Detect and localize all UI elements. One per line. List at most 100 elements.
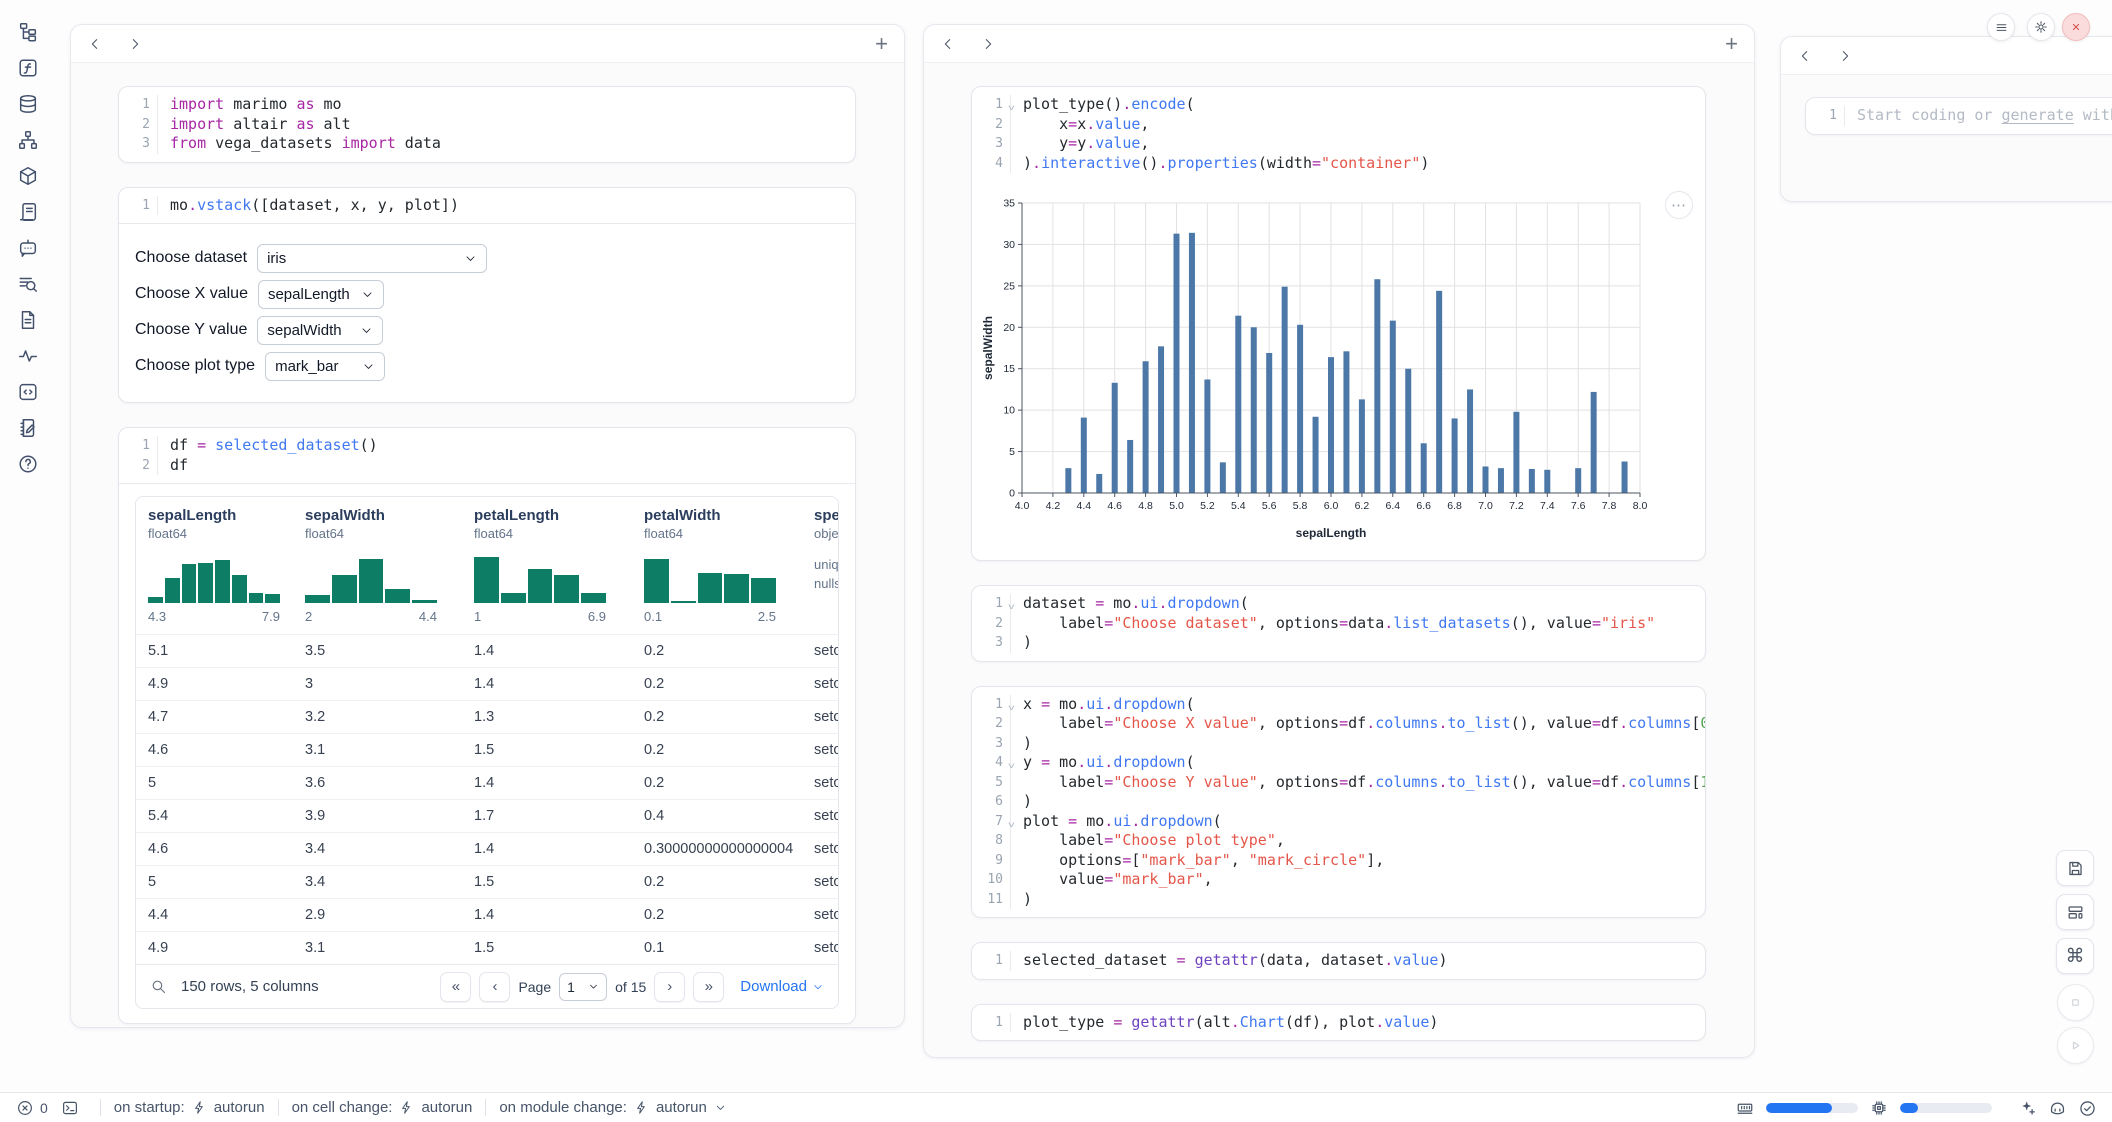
code-text[interactable]: value="mark_bar", <box>1010 870 1705 890</box>
add-cell-button[interactable]: + <box>875 33 888 55</box>
cell-editor-imports[interactable]: 1import marimo as mo2import altair as al… <box>119 87 855 162</box>
download-button[interactable]: Download <box>740 978 824 995</box>
code-text[interactable]: import altair as alt <box>157 115 855 135</box>
code-text[interactable]: dataset = mo.ui.dropdown( <box>1010 594 1705 614</box>
table-column-header[interactable]: petalWidthfloat640.12.5 <box>644 507 814 634</box>
code-text[interactable]: label="Choose Y value", options=df.colum… <box>1010 773 1706 793</box>
table-column-header[interactable]: sepalLengthfloat644.37.9 <box>148 507 305 634</box>
cell-editor-vstack[interactable]: 1mo.vstack([dataset, x, y, plot]) <box>119 188 855 224</box>
sidebar-item-packages[interactable] <box>17 165 39 187</box>
code-text[interactable]: mo.vstack([dataset, x, y, plot]) <box>157 196 855 216</box>
code-text[interactable]: ) <box>1010 890 1705 910</box>
dropdown-select-choose-plot-type[interactable]: mark_bar <box>265 352 385 381</box>
first-page-button[interactable]: « <box>440 972 471 1002</box>
sidebar-item-help[interactable] <box>17 453 39 475</box>
sidebar-item-search-logs[interactable] <box>17 273 39 295</box>
code-text[interactable]: ) <box>1010 734 1705 754</box>
fold-marker[interactable]: v <box>1008 698 1015 718</box>
sidebar-item-logs[interactable] <box>17 201 39 223</box>
line-number: 3 <box>972 134 1008 154</box>
save-button[interactable] <box>2056 850 2094 886</box>
code-text[interactable]: plot_type().encode( <box>1010 95 1705 115</box>
run-button[interactable] <box>2057 1027 2094 1064</box>
fold-marker[interactable]: v <box>1008 98 1015 118</box>
dropdown-select-choose-dataset[interactable]: iris <box>257 244 487 273</box>
fold-marker[interactable]: v <box>1008 756 1015 776</box>
column-back-icon[interactable] <box>1797 48 1813 64</box>
table-column-header[interactable]: sepalWidthfloat6424.4 <box>305 507 474 634</box>
cell-editor-selected-dataset[interactable]: 1selected_dataset = getattr(data, datase… <box>972 943 1705 979</box>
cell-editor-xy-plot-dropdowns[interactable]: 1vx = mo.ui.dropdown(2 label="Choose X v… <box>972 687 1705 918</box>
code-text[interactable]: df = selected_dataset() <box>157 436 855 456</box>
dropdown-label: Choose X value <box>135 285 248 303</box>
table-header-row: sepalLengthfloat644.37.9sepalWidthfloat6… <box>136 497 838 634</box>
terminal-button[interactable] <box>61 1099 79 1117</box>
cell-editor-df[interactable]: 1df = selected_dataset()2df <box>119 428 855 483</box>
generate-with-ai-link[interactable]: generate <box>2002 106 2074 124</box>
copilot-button[interactable] <box>2048 1099 2066 1117</box>
sidebar-item-functions[interactable] <box>17 57 39 79</box>
code-text[interactable]: plot = mo.ui.dropdown( <box>1010 812 1705 832</box>
code-text[interactable]: import marimo as mo <box>157 95 855 115</box>
chart-actions-button[interactable]: ⋯ <box>1665 191 1693 219</box>
errors-indicator[interactable]: 0 <box>16 1099 48 1117</box>
code-text[interactable]: selected_dataset = getattr(data, dataset… <box>1010 951 1705 971</box>
keyboard-shortcuts-button[interactable]: ⌘ <box>2056 938 2094 974</box>
next-page-button[interactable]: › <box>654 972 685 1002</box>
column-forward-icon[interactable] <box>127 36 143 52</box>
previous-page-button[interactable]: ‹ <box>479 972 510 1002</box>
code-text[interactable]: y=y.value, <box>1010 134 1705 154</box>
fold-marker[interactable]: v <box>1008 815 1015 835</box>
shutdown-button[interactable] <box>2062 13 2090 41</box>
table-column-header[interactable]: speciobjecuniqunulls: <box>814 507 838 634</box>
code-text[interactable]: label="Choose X value", options=df.colum… <box>1010 714 1706 734</box>
code-text[interactable]: options=["mark_bar", "mark_circle"], <box>1010 851 1705 871</box>
sidebar-item-file-tree[interactable] <box>17 21 39 43</box>
column-forward-icon[interactable] <box>1837 48 1853 64</box>
code-text[interactable]: plot_type = getattr(alt.Chart(df), plot.… <box>1010 1013 1705 1033</box>
sidebar-item-snippets[interactable] <box>17 381 39 403</box>
sidebar-item-chatbot[interactable] <box>17 237 39 259</box>
dropdown-value: iris <box>267 250 286 267</box>
sidebar-item-scratchpad[interactable] <box>17 417 39 439</box>
column-back-icon[interactable] <box>940 36 956 52</box>
code-text[interactable]: ).interactive().properties(width="contai… <box>1010 154 1705 174</box>
sidebar-item-database[interactable] <box>17 93 39 115</box>
altair-bar-chart[interactable]: 051015202530354.04.24.44.64.85.05.25.45.… <box>980 191 1652 543</box>
menu-button[interactable] <box>1987 13 2015 41</box>
code-text[interactable]: ) <box>1010 792 1705 812</box>
search-icon[interactable] <box>150 978 167 995</box>
on-module-change-toggle[interactable]: on module change: autorun <box>499 1099 726 1116</box>
on-startup-toggle[interactable]: on startup: autorun <box>114 1099 265 1116</box>
cell-editor-plot[interactable]: 1vplot_type().encode(2 x=x.value,3 y=y.v… <box>972 87 1705 181</box>
table-column-header[interactable]: petalLengthfloat6416.9 <box>474 507 644 634</box>
last-page-button[interactable]: » <box>693 972 724 1002</box>
stop-button[interactable] <box>2057 984 2094 1021</box>
code-text[interactable]: label="Choose plot type", <box>1010 831 1705 851</box>
connection-status-button[interactable] <box>2078 1099 2096 1117</box>
code-text[interactable]: x=x.value, <box>1010 115 1705 135</box>
sidebar-item-dependency-graph[interactable] <box>17 129 39 151</box>
settings-button[interactable] <box>2027 13 2055 41</box>
code-text[interactable]: label="Choose dataset", options=data.lis… <box>1010 614 1705 634</box>
code-text[interactable]: from vega_datasets import data <box>157 134 855 154</box>
fold-marker[interactable]: v <box>1008 597 1015 617</box>
page-select[interactable]: 1 <box>559 973 607 1001</box>
code-text[interactable]: x = mo.ui.dropdown( <box>1010 695 1705 715</box>
scratchpad-editor[interactable]: Start coding or generate with <box>1844 106 2112 126</box>
column-forward-icon[interactable] <box>980 36 996 52</box>
cell-editor-plot-type[interactable]: 1plot_type = getattr(alt.Chart(df), plot… <box>972 1005 1705 1041</box>
on-cell-change-toggle[interactable]: on cell change: autorun <box>292 1099 473 1116</box>
column-back-icon[interactable] <box>87 36 103 52</box>
sidebar-item-documentation[interactable] <box>17 309 39 331</box>
cell-editor-dataset-dropdown[interactable]: 1vdataset = mo.ui.dropdown(2 label="Choo… <box>972 586 1705 661</box>
ai-assist-button[interactable] <box>2018 1099 2036 1117</box>
dropdown-select-choose-x-value[interactable]: sepalLength <box>258 280 384 309</box>
code-text[interactable]: ) <box>1010 633 1705 653</box>
sidebar-item-tracing[interactable] <box>17 345 39 367</box>
layout-button[interactable] <box>2056 894 2094 930</box>
add-cell-button[interactable]: + <box>1725 33 1738 55</box>
dropdown-select-choose-y-value[interactable]: sepalWidth <box>257 316 383 345</box>
code-text[interactable]: y = mo.ui.dropdown( <box>1010 753 1705 773</box>
code-text[interactable]: df <box>157 456 855 476</box>
